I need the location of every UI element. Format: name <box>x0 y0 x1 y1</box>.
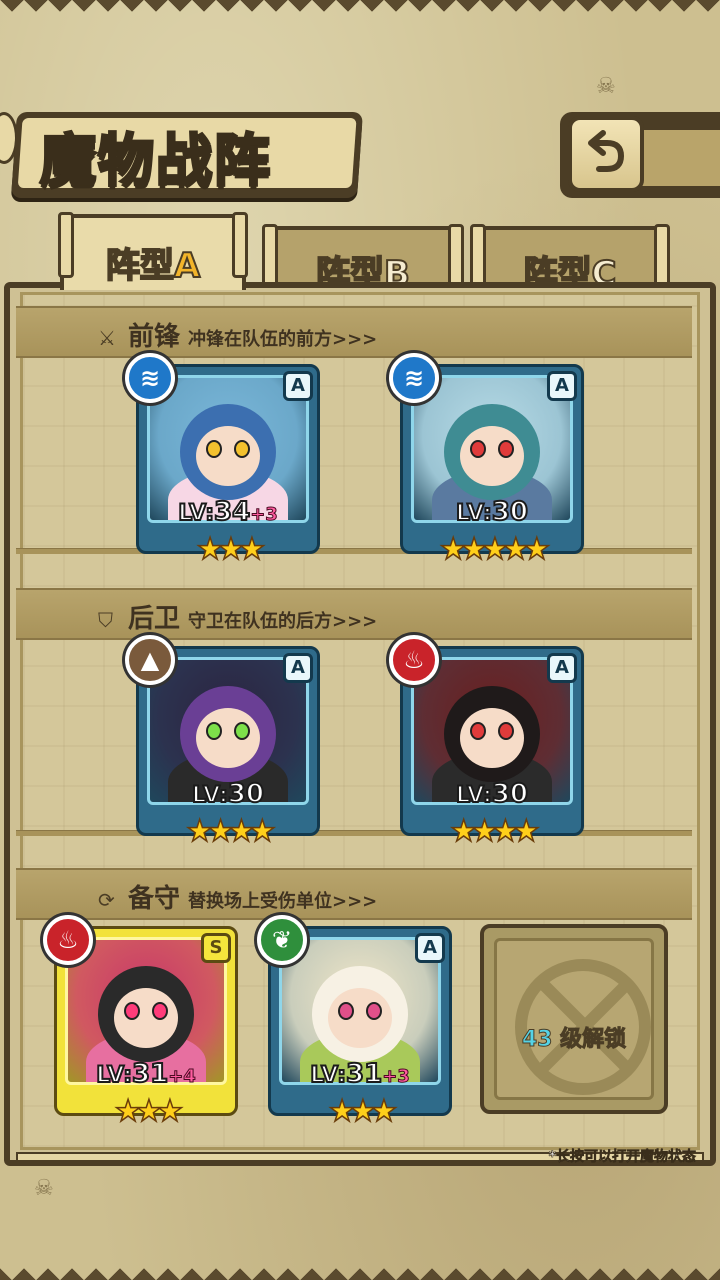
zigzag-bottom-border <box>0 1256 720 1280</box>
level-bonus: +3 <box>250 504 279 526</box>
level-value: 31 <box>345 1058 383 1090</box>
skull-crossbones-icon: ☠ <box>34 1176 54 1201</box>
level-label: LV:31+3 <box>271 1058 449 1090</box>
hint-text: *长按可以打开魔物状态 <box>548 1149 696 1166</box>
monster-card[interactable]: ♨ A LV:30 ★★★★ <box>389 635 584 850</box>
star-rating: ★★★★ <box>449 813 540 850</box>
page-title: 魔物战阵 <box>39 127 272 196</box>
monster-card[interactable]: ≋ A LV:30 ★★★★★ <box>389 353 584 568</box>
rank-badge: S <box>201 933 231 963</box>
level-value: 31 <box>131 1058 169 1090</box>
flame-icon: ♨ <box>389 635 439 685</box>
level-bonus: +3 <box>382 1066 411 1088</box>
star-rating: ★★★ <box>196 531 266 568</box>
tab-formation-a[interactable]: 阵型A <box>58 212 248 290</box>
zigzag-top-border <box>0 0 720 24</box>
section-desc: 守卫在队伍的后方>>> <box>188 611 378 632</box>
swap-icon: ⟳ <box>98 888 115 912</box>
monster-card[interactable]: ♨ S LV:31+4 ★★★ <box>43 915 238 1130</box>
level-label: LV:30 <box>139 778 317 810</box>
tab-formation-c[interactable]: 阵型C <box>470 224 670 295</box>
formation-screen: ☠ ☠ 魔物战阵 阵型A 阵型B 阵型C ⚔ 前锋 冲锋在队伍的前方>>> ⛉ … <box>0 0 720 1280</box>
skull-crossbones-icon: ☠ <box>596 74 616 99</box>
level-prefix: LV: <box>455 500 493 527</box>
tab-letter: A <box>173 245 201 287</box>
level-value: 30 <box>491 496 529 528</box>
level-bonus: +4 <box>168 1066 197 1088</box>
section-title: 备守 <box>128 884 181 914</box>
unlock-requirement: 43 级解锁 <box>497 1021 651 1053</box>
level-label: LV:31+4 <box>57 1058 235 1090</box>
level-value: 30 <box>491 778 529 810</box>
return-arrow-icon <box>588 130 625 172</box>
section-desc: 冲锋在队伍的前方>>> <box>188 329 378 350</box>
level-prefix: LV: <box>177 500 215 527</box>
level-value: 30 <box>227 778 265 810</box>
sword-icon: ⚔ <box>98 326 116 350</box>
unlock-level: 43 <box>521 1027 553 1053</box>
rank-badge: A <box>283 371 313 401</box>
mountain-icon: ▲ <box>125 635 175 685</box>
section-rear: ⛉ 后卫 守卫在队伍的后方>>> <box>16 588 692 640</box>
water-wave-icon: ≋ <box>389 353 439 403</box>
rank-badge: A <box>415 933 445 963</box>
level-prefix: LV: <box>455 782 493 809</box>
level-prefix: LV: <box>95 1062 133 1089</box>
row-divider <box>16 830 692 836</box>
section-title: 前锋 <box>128 322 181 352</box>
flame-icon: ♨ <box>43 915 93 965</box>
rank-badge: A <box>283 653 313 683</box>
unlock-label: 级解锁 <box>560 1027 627 1053</box>
rank-badge: A <box>547 653 577 683</box>
level-prefix: LV: <box>191 782 229 809</box>
level-prefix: LV: <box>309 1062 347 1089</box>
monster-card[interactable]: ❦ A LV:31+3 ★★★ <box>257 915 452 1130</box>
leaf-icon: ❦ <box>257 915 307 965</box>
tab-formation-b[interactable]: 阵型B <box>262 224 464 295</box>
section-title: 后卫 <box>128 604 181 634</box>
water-wave-icon: ≋ <box>125 353 175 403</box>
star-rating: ★★★★★ <box>439 531 551 568</box>
monster-card[interactable]: ▲ A LV:30 ★★★★ <box>125 635 320 850</box>
shield-icon: ⛉ <box>98 608 113 632</box>
star-rating: ★★★ <box>328 1093 398 1130</box>
tab-label: 阵型 <box>105 245 175 287</box>
rank-badge: A <box>547 371 577 401</box>
section-reserve: ⟳ 备守 替换场上受伤单位>>> <box>16 868 692 920</box>
star-rating: ★★★ <box>114 1093 184 1130</box>
level-label: LV:30 <box>403 778 581 810</box>
locked-slot[interactable]: 43 级解锁 <box>480 924 668 1114</box>
back-button-strip <box>640 130 720 186</box>
level-value: 34 <box>213 496 251 528</box>
level-label: LV:30 <box>403 496 581 528</box>
row-divider <box>16 548 692 554</box>
monster-card[interactable]: ≋ A LV:34+3 ★★★ <box>125 353 320 568</box>
section-front: ⚔ 前锋 冲锋在队伍的前方>>> <box>16 306 692 358</box>
back-button[interactable] <box>568 116 644 192</box>
level-label: LV:34+3 <box>139 496 317 528</box>
star-rating: ★★★★ <box>185 813 276 850</box>
section-desc: 替换场上受伤单位>>> <box>188 891 378 912</box>
